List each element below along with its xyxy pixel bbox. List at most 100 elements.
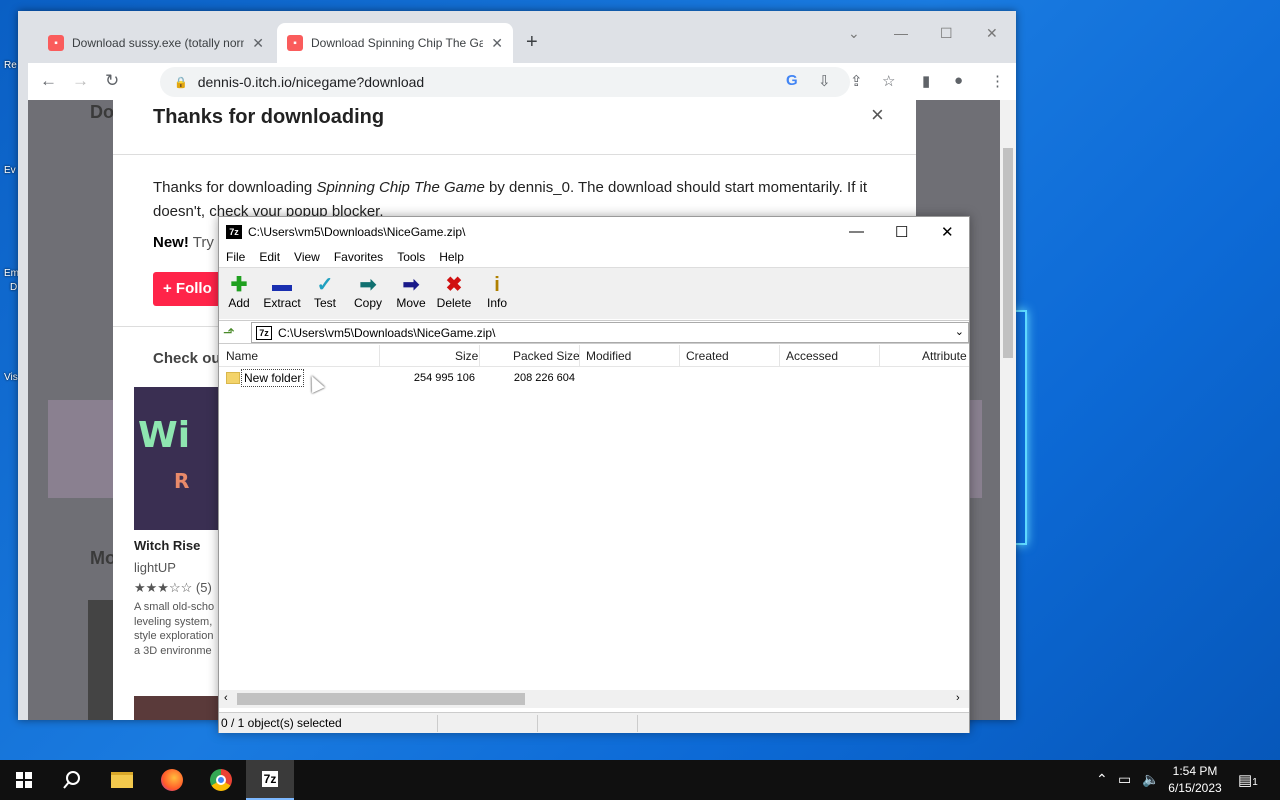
clock-time: 1:54 PM	[1172, 764, 1218, 778]
sevenzip-taskbar-icon[interactable]: 7z	[246, 760, 294, 800]
column-divider[interactable]	[779, 345, 780, 367]
new-text: Try	[188, 234, 214, 251]
menu-dots-icon[interactable]: ⋮	[990, 72, 1005, 90]
tab-search-icon[interactable]: ⌄	[848, 25, 860, 42]
info-label: Info	[486, 296, 507, 310]
minimize-icon[interactable]: —	[894, 25, 908, 41]
folder-icon	[111, 772, 133, 788]
file-name[interactable]: New folder	[241, 369, 305, 387]
column-packed-size[interactable]: Packed Size	[513, 349, 580, 363]
column-divider[interactable]	[579, 345, 580, 367]
up-folder-icon[interactable]: ⬏	[223, 324, 235, 341]
browser-tab-1[interactable]: ▪ Download sussy.exe (totally norm ✕	[38, 23, 274, 63]
column-modified[interactable]: Modified	[586, 349, 631, 363]
bookmark-star-icon[interactable]: ☆	[882, 72, 895, 90]
menu-edit[interactable]: Edit	[252, 247, 287, 267]
desktop-icon-label[interactable]: Ev	[4, 165, 16, 176]
close-tab-icon[interactable]: ✕	[491, 35, 503, 52]
rating-count: (5)	[195, 580, 212, 595]
scroll-left-icon[interactable]: ‹	[224, 692, 228, 704]
start-windows-icon[interactable]	[0, 760, 48, 800]
scroll-right-icon[interactable]: ›	[956, 692, 960, 704]
menu-tools[interactable]: Tools	[390, 247, 432, 267]
scrollbar-thumb[interactable]	[1003, 148, 1013, 358]
column-divider[interactable]	[379, 345, 380, 367]
status-divider	[537, 715, 538, 732]
system-clock[interactable]: 1:54 PM 6/15/2023	[1160, 763, 1230, 797]
notification-center-icon[interactable]: ▤1	[1238, 771, 1258, 789]
desktop-icon-label[interactable]: D	[10, 282, 17, 293]
menu-view[interactable]: View	[287, 247, 327, 267]
forward-icon[interactable]: →	[72, 71, 89, 91]
page-scrollbar[interactable]	[1000, 100, 1016, 720]
column-divider[interactable]	[479, 345, 480, 367]
column-created[interactable]: Created	[686, 349, 729, 363]
magnifier-icon	[63, 771, 80, 789]
column-divider[interactable]	[879, 345, 880, 367]
path-combobox[interactable]: 7z C:\Users\vm5\Downloads\NiceGame.zip\ …	[251, 322, 969, 343]
test-label: Test	[313, 296, 336, 310]
desc-line: leveling system,	[134, 615, 213, 628]
column-size[interactable]: Size	[455, 349, 478, 363]
maximize-icon[interactable]: ☐	[895, 223, 908, 241]
volume-muted-icon[interactable]: 🔈	[1142, 771, 1159, 788]
close-window-icon[interactable]: ✕	[941, 223, 954, 241]
table-row[interactable]: New folder 254 995 106 208 226 604	[219, 368, 969, 388]
tray-chevron-up-icon[interactable]: ⌃	[1096, 771, 1108, 788]
new-tab-icon[interactable]: +	[526, 31, 538, 54]
game-title[interactable]: Witch Rise	[134, 538, 200, 553]
reload-icon[interactable]: ↻	[105, 71, 119, 91]
desc-line: style exploration	[134, 630, 214, 642]
search-icon[interactable]	[48, 760, 96, 800]
column-accessed[interactable]: Accessed	[786, 349, 838, 363]
game-link[interactable]: Spinning Chip The Game	[316, 179, 484, 196]
archive-icon: 7z	[256, 325, 272, 340]
menu-help[interactable]: Help	[432, 247, 471, 267]
firefox-icon[interactable]	[148, 760, 196, 800]
column-attribute[interactable]: Attribute	[922, 349, 967, 363]
close-tab-icon[interactable]: ✕	[252, 35, 264, 52]
tab-title: Download Spinning Chip The Ga	[311, 36, 484, 50]
google-lens-icon[interactable]: G	[786, 72, 798, 89]
itchio-favicon-icon: ▪	[287, 35, 303, 51]
windows-logo-icon	[16, 772, 32, 788]
check-out-heading: Check ou	[153, 350, 221, 367]
desc-line: a 3D environme	[134, 644, 212, 657]
menu-favorites[interactable]: Favorites	[327, 247, 390, 267]
close-window-icon[interactable]: ✕	[986, 25, 998, 42]
install-icon[interactable]: ⇩	[818, 72, 831, 90]
game-thumbnail[interactable]: Wi R	[134, 387, 224, 530]
lock-icon[interactable]: 🔒	[174, 76, 188, 89]
scrollbar-thumb[interactable]	[237, 693, 525, 705]
profile-avatar-icon[interactable]: ●	[954, 72, 963, 89]
chevron-down-icon[interactable]: ⌄	[955, 325, 964, 338]
desktop-window-glow	[1015, 310, 1027, 545]
game-thumbnail[interactable]	[134, 696, 224, 720]
address-bar[interactable]: 🔒 dennis-0.itch.io/nicegame?download	[160, 67, 850, 97]
address-row: ⬏ 7z C:\Users\vm5\Downloads\NiceGame.zip…	[219, 320, 969, 344]
back-icon[interactable]: ←	[40, 71, 57, 91]
network-icon[interactable]: ▭	[1118, 771, 1131, 788]
desktop-icon-label[interactable]: Vis	[4, 372, 18, 383]
desktop-icon-label[interactable]: Em	[4, 268, 19, 279]
status-divider	[437, 715, 438, 732]
column-divider[interactable]	[679, 345, 680, 367]
game-author[interactable]: lightUP	[134, 560, 176, 575]
column-name[interactable]: Name	[226, 349, 258, 363]
minimize-icon[interactable]: —	[849, 223, 864, 240]
modal-close-icon[interactable]: ×	[871, 102, 884, 128]
browser-tab-2[interactable]: ▪ Download Spinning Chip The Ga ✕	[277, 23, 513, 63]
side-panel-icon[interactable]: ▮	[922, 72, 930, 90]
chrome-icon[interactable]	[197, 760, 245, 800]
new-notice: New! Try	[153, 234, 214, 251]
info-button[interactable]: i Info	[472, 274, 522, 310]
horizontal-scrollbar[interactable]: ‹ ›	[219, 690, 969, 708]
rating-stars-icon: ★★★☆☆	[134, 580, 193, 595]
menu-file[interactable]: File	[219, 247, 252, 267]
maximize-icon[interactable]: ☐	[940, 25, 953, 42]
modal-title: Thanks for downloading	[153, 106, 385, 128]
desktop-icon-label[interactable]: Re	[4, 60, 17, 71]
sevenzip-logo-icon: 7z	[226, 225, 242, 239]
share-icon[interactable]: ⇪	[850, 72, 863, 90]
file-explorer-icon[interactable]	[98, 760, 146, 800]
